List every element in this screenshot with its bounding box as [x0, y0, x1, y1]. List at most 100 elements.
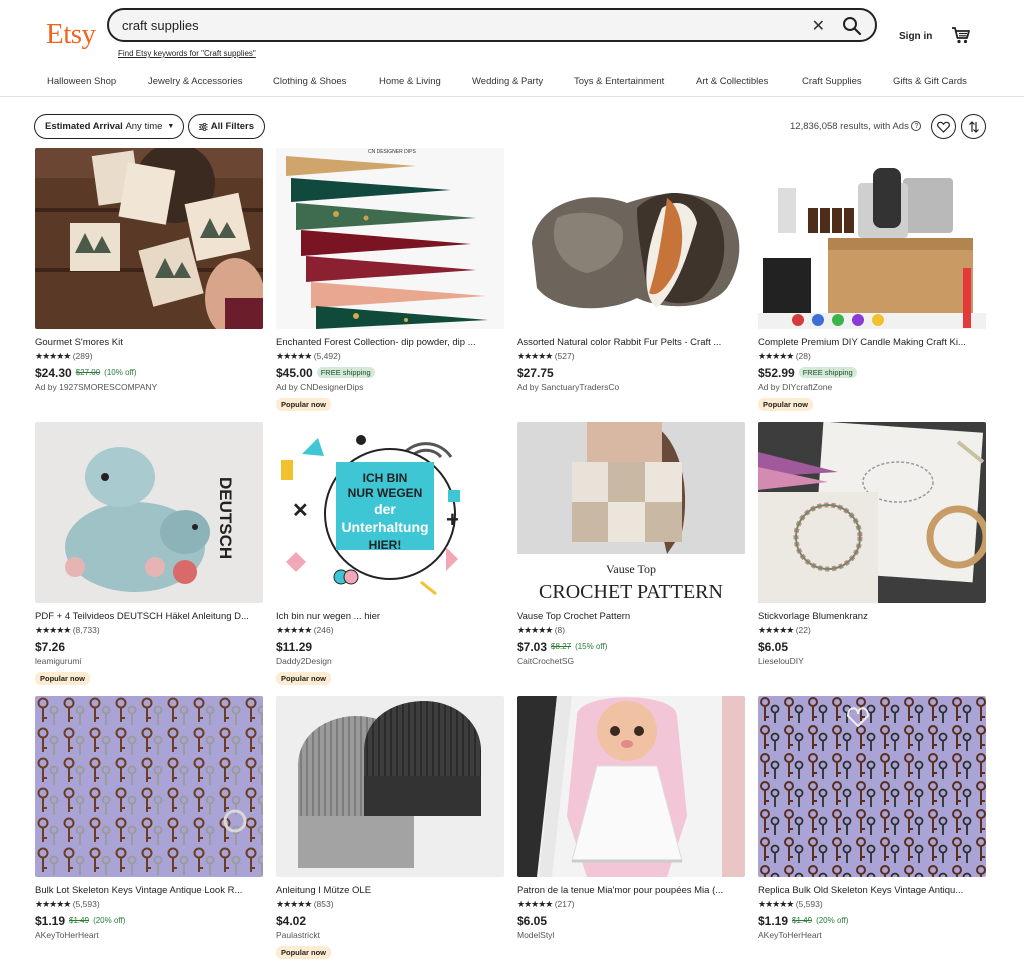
- listing-rating: ★★★★★ (5,492): [276, 351, 504, 362]
- listing-card[interactable]: Gourmet S'mores Kit ★★★★★ (289) $24.30 $2…: [35, 148, 263, 393]
- listing-title[interactable]: Replica Bulk Old Skeleton Keys Vintage A…: [758, 885, 986, 897]
- listing-title[interactable]: Complete Premium DIY Candle Making Craft…: [758, 337, 986, 349]
- listing-price: $6.05: [517, 913, 548, 928]
- rating-stars: ★★★★★: [758, 351, 794, 361]
- price-row: $1.19 $1.49 (20% off): [758, 913, 986, 928]
- listing-seller[interactable]: Daddy2Design: [276, 656, 504, 667]
- listing-seller[interactable]: AKeyToHerHeart: [758, 930, 986, 941]
- listing-seller[interactable]: Ad by CNDesignerDips: [276, 382, 504, 393]
- listing-image-candle-kit[interactable]: [758, 148, 986, 329]
- listing-image-quote-design[interactable]: ✕ ICH BIN NUR WEGEN der Unterhaltung HIE…: [276, 422, 504, 603]
- listing-image-dip-powder[interactable]: CN DESIGNER DIPS: [276, 148, 504, 329]
- listing-card[interactable]: Replica Bulk Old Skeleton Keys Vintage A…: [758, 696, 986, 941]
- listing-title[interactable]: Bulk Lot Skeleton Keys Vintage Antique L…: [35, 885, 263, 897]
- listing-card[interactable]: Assorted Natural color Rabbit Fur Pelts …: [517, 148, 745, 393]
- listing-image-embroidery-wreath[interactable]: [758, 422, 986, 603]
- listing-card[interactable]: Stickvorlage Blumenkranz ★★★★★ (22) $6.0…: [758, 422, 986, 667]
- original-price: $8.27: [551, 642, 572, 651]
- search-input[interactable]: craft supplies: [122, 18, 199, 33]
- listing-title[interactable]: Patron de la tenue Mia'mor pour poupées …: [517, 885, 745, 897]
- listing-seller[interactable]: Ad by SanctuaryTradersCo: [517, 382, 745, 393]
- listing-card[interactable]: CN DESIGNER DIPS Enchanted Forest Collec…: [276, 148, 504, 412]
- site-header: Etsy craft supplies ✕ Find Etsy keywords…: [0, 0, 1024, 97]
- listing-card[interactable]: Anleitung I Mütze OLE ★★★★★ (853) $4.02 …: [276, 696, 504, 960]
- review-count: (5,593): [72, 899, 100, 909]
- listing-title[interactable]: Anleitung I Mütze OLE: [276, 885, 504, 897]
- listing-image-smores[interactable]: [35, 148, 263, 329]
- cart-icon[interactable]: [951, 26, 971, 44]
- listing-seller[interactable]: leamigurumi: [35, 656, 263, 667]
- category-halloween-shop[interactable]: Halloween Shop: [47, 76, 116, 87]
- listing-title[interactable]: Assorted Natural color Rabbit Fur Pelts …: [517, 337, 745, 349]
- listing-image-replica-keys[interactable]: [758, 696, 986, 877]
- review-count: (5,593): [795, 899, 823, 909]
- listing-title[interactable]: Enchanted Forest Collection- dip powder,…: [276, 337, 504, 349]
- listing-seller[interactable]: Paulastrickt: [276, 930, 504, 941]
- listing-seller[interactable]: CaitCrochetSG: [517, 656, 745, 667]
- listing-seller[interactable]: ModelStyl: [517, 930, 745, 941]
- listing-seller[interactable]: Ad by 1927SMORESCOMPANY: [35, 382, 263, 393]
- listing-title[interactable]: Stickvorlage Blumenkranz: [758, 611, 986, 623]
- category-craft-supplies[interactable]: Craft Supplies: [802, 76, 862, 87]
- dino-label: DEUTSCH: [216, 477, 235, 559]
- listing-card[interactable]: DEUTSCH PDF + 4 Teilvideos DEUTSCH Häkel…: [35, 422, 263, 686]
- crochet-caption-big: CROCHET PATTERN: [539, 581, 723, 603]
- listing-title[interactable]: Ich bin nur wegen ... hier: [276, 611, 504, 623]
- chevron-down-icon: ▼: [167, 123, 175, 130]
- listing-title[interactable]: Gourmet S'mores Kit: [35, 337, 263, 349]
- all-filters-button[interactable]: All Filters: [188, 114, 265, 139]
- listing-image-skeleton-keys[interactable]: [35, 696, 263, 877]
- listing-image-crochet-dinosaur[interactable]: DEUTSCH: [35, 422, 263, 603]
- etsy-logo[interactable]: Etsy: [46, 18, 96, 51]
- listing-image-crochet-top[interactable]: Vause Top CROCHET PATTERN: [517, 422, 745, 603]
- listing-image-knit-hats[interactable]: [276, 696, 504, 877]
- listing-image-doll-dress[interactable]: [517, 696, 745, 877]
- sign-in-link[interactable]: Sign in: [899, 31, 932, 42]
- listing-rating: ★★★★★ (8,733): [35, 625, 263, 636]
- rating-stars: ★★★★★: [35, 625, 71, 635]
- info-icon[interactable]: ?: [911, 121, 922, 132]
- listing-card[interactable]: Vause Top CROCHET PATTERN Vause Top Croc…: [517, 422, 745, 667]
- rating-stars: ★★★★★: [35, 899, 71, 909]
- clear-search-icon[interactable]: ✕: [812, 16, 825, 36]
- sort-button[interactable]: [961, 114, 986, 139]
- search-bar[interactable]: craft supplies ✕: [107, 8, 877, 42]
- listing-price: $45.00: [276, 365, 313, 380]
- save-search-button[interactable]: [931, 114, 956, 139]
- price-row: $52.99 FREE shipping: [758, 365, 986, 380]
- listing-seller[interactable]: LieselouDIY: [758, 656, 986, 667]
- category-gifts[interactable]: Gifts & Gift Cards: [893, 76, 967, 87]
- crochet-caption-small: Vause Top: [606, 562, 656, 576]
- price-row: $6.05: [758, 639, 986, 654]
- listing-card[interactable]: Patron de la tenue Mia'mor pour poupées …: [517, 696, 745, 941]
- listing-seller[interactable]: Ad by DIYcraftZone: [758, 382, 986, 393]
- popular-now-badge: Popular now: [276, 672, 331, 685]
- review-count: (8): [554, 625, 566, 635]
- category-wedding-party[interactable]: Wedding & Party: [472, 76, 543, 87]
- listing-price: $7.03: [517, 639, 548, 654]
- listing-image-rabbit-fur[interactable]: [517, 148, 745, 329]
- category-clothing[interactable]: Clothing & Shoes: [273, 76, 346, 87]
- rating-stars: ★★★★★: [35, 351, 71, 361]
- price-row: $6.05: [517, 913, 745, 928]
- listing-price: $4.02: [276, 913, 307, 928]
- estimated-arrival-filter[interactable]: Estimated Arrival Any time ▼: [34, 114, 184, 139]
- listing-card[interactable]: ✕ ICH BIN NUR WEGEN der Unterhaltung HIE…: [276, 422, 504, 686]
- quote-line: NUR WEGEN: [348, 486, 423, 500]
- category-jewelry[interactable]: Jewelry & Accessories: [148, 76, 243, 87]
- search-icon[interactable]: [841, 15, 863, 37]
- listing-rating: ★★★★★ (22): [758, 625, 986, 636]
- listing-title[interactable]: Vause Top Crochet Pattern: [517, 611, 745, 623]
- listing-card[interactable]: Complete Premium DIY Candle Making Craft…: [758, 148, 986, 412]
- category-home-living[interactable]: Home & Living: [379, 76, 441, 87]
- category-art[interactable]: Art & Collectibles: [696, 76, 768, 87]
- price-row: $4.02: [276, 913, 504, 928]
- listing-title[interactable]: PDF + 4 Teilvideos DEUTSCH Häkel Anleitu…: [35, 611, 263, 623]
- listing-seller[interactable]: AKeyToHerHeart: [35, 930, 263, 941]
- keyword-suggestion-link[interactable]: Find Etsy keywords for "Craft supplies": [118, 49, 256, 58]
- discount: (20% off): [93, 916, 126, 925]
- category-toys[interactable]: Toys & Entertainment: [574, 76, 664, 87]
- listing-card[interactable]: Bulk Lot Skeleton Keys Vintage Antique L…: [35, 696, 263, 941]
- sort-arrows-icon: [968, 120, 979, 133]
- price-row: $45.00 FREE shipping: [276, 365, 504, 380]
